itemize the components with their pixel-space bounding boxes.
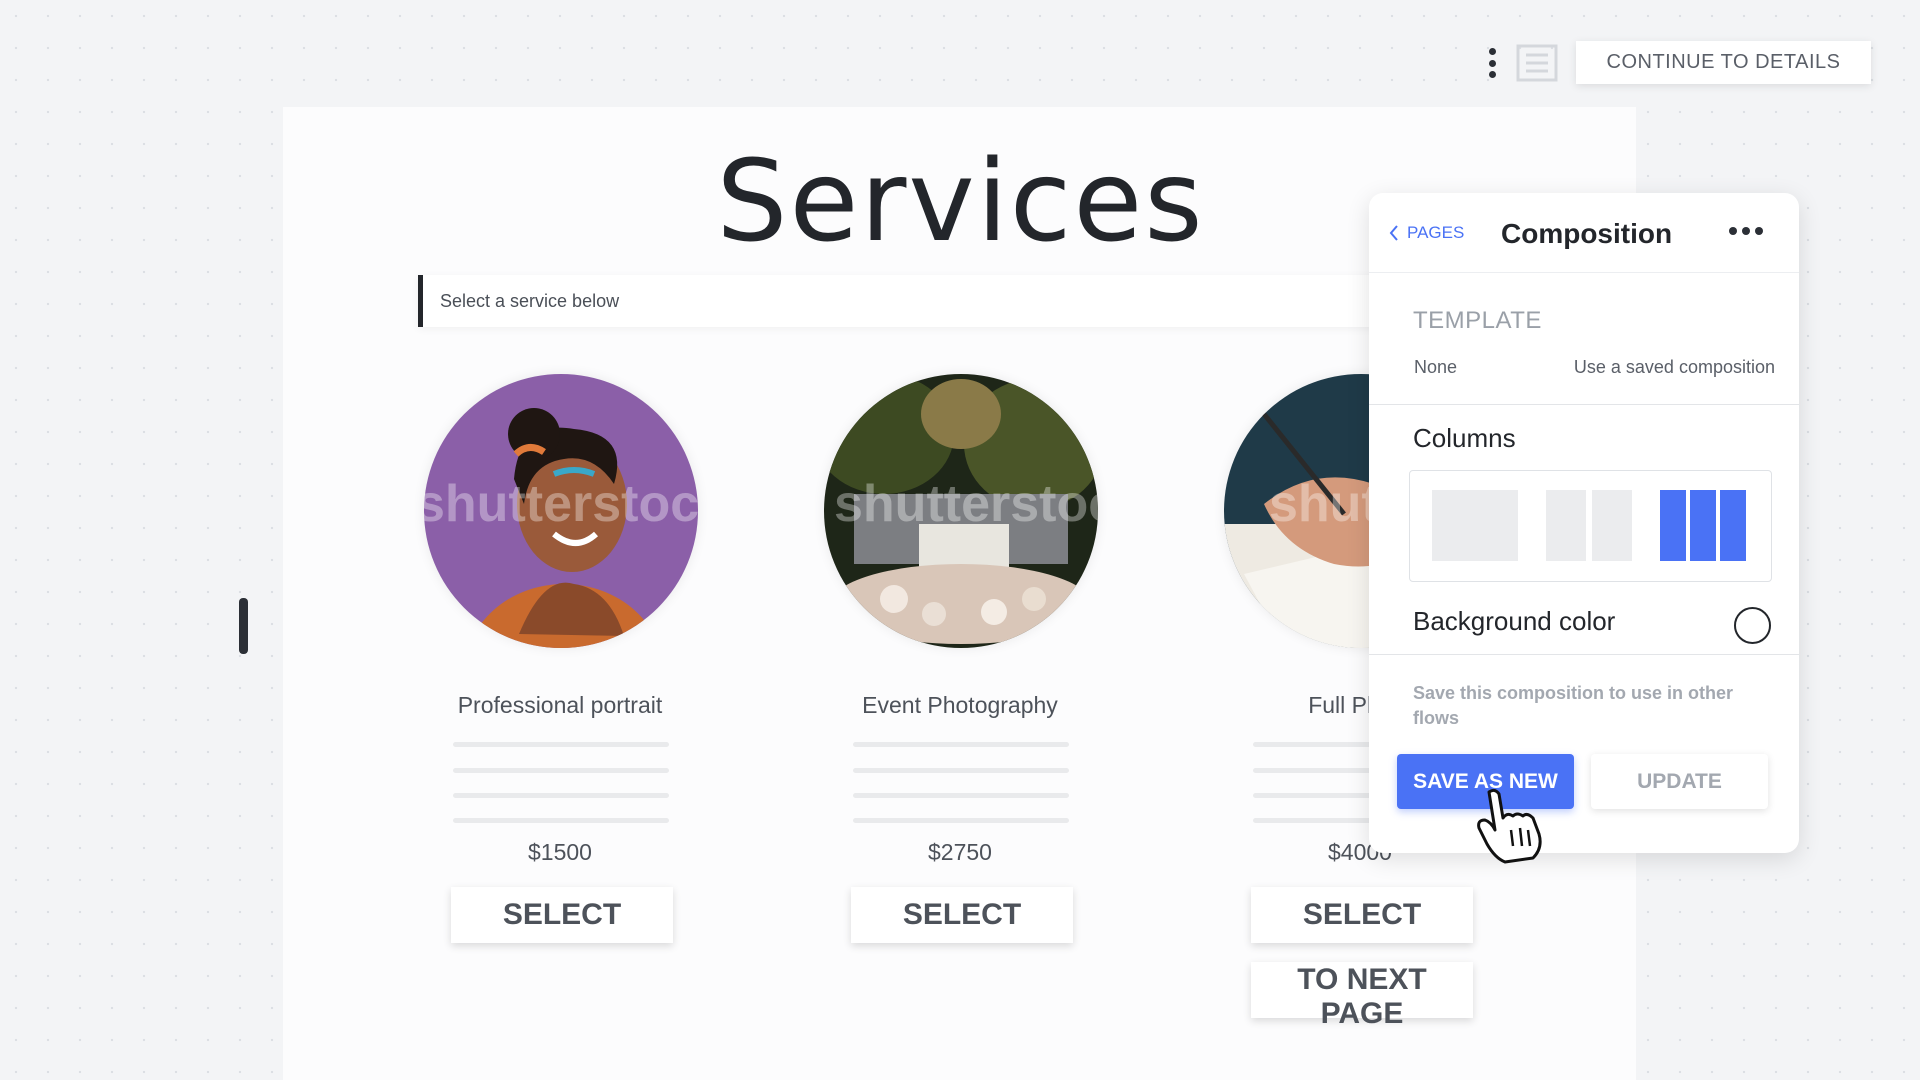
select-button[interactable]: SELECT [1251,887,1473,943]
service-photo-portrait: shutterstock [424,374,698,648]
use-saved-composition-link[interactable]: Use a saved composition [1559,357,1775,378]
service-name: Professional portrait [457,692,663,718]
select-button[interactable]: SELECT [851,887,1073,943]
background-color-swatch[interactable] [1734,607,1771,644]
subtitle-text: Select a service below [440,291,620,311]
placeholder-line [853,793,1069,798]
two-column-option[interactable] [1546,490,1632,561]
columns-label: Columns [1413,423,1516,453]
panel-header: PAGES Composition [1369,193,1799,273]
photo-watermark: shutterstock [424,475,698,533]
hand-pointer-cursor-icon [1477,788,1542,864]
continue-to-details-button[interactable]: CONTINUE TO DETAILS [1576,41,1871,84]
template-none-option[interactable]: None [1414,357,1457,378]
back-to-pages-link[interactable]: PAGES [1389,223,1464,243]
panel-more-icon[interactable] [1729,227,1763,237]
placeholder-line [453,793,669,798]
update-button[interactable]: UPDATE [1591,754,1768,809]
save-composition-note: Save this composition to use in other fl… [1413,683,1734,728]
placeholder-line [453,742,669,747]
placeholder-line [853,768,1069,773]
columns-selector [1409,470,1772,582]
placeholder-line [453,768,669,773]
subtitle-block[interactable]: Select a service below [418,275,1523,327]
list-layout-icon[interactable] [1516,44,1558,82]
service-name: Event Photography [862,692,1058,718]
divider [1369,404,1799,405]
service-price: $2750 [928,839,992,865]
panel-title: Composition [1501,218,1673,249]
service-price: $1500 [528,839,592,865]
select-button[interactable]: SELECT [451,887,673,943]
photo-watermark: shutterstock [834,475,1098,533]
resize-handle[interactable] [239,598,248,654]
placeholder-line [453,818,669,823]
background-color-label: Background color [1413,606,1616,636]
back-label: PAGES [1407,223,1465,242]
template-label: TEMPLATE [1413,307,1542,334]
placeholder-line [853,742,1069,747]
placeholder-line [853,818,1069,823]
service-photo-event: shutterstock [824,374,1098,648]
one-column-option[interactable] [1432,490,1518,561]
chevron-left-icon [1389,225,1398,241]
composition-panel: PAGES Composition TEMPLATE None Use a sa… [1369,193,1799,853]
divider [1369,654,1799,655]
more-options-icon[interactable] [1487,48,1497,78]
three-column-option[interactable] [1660,490,1746,561]
to-next-page-button[interactable]: TO NEXT PAGE [1251,962,1473,1030]
